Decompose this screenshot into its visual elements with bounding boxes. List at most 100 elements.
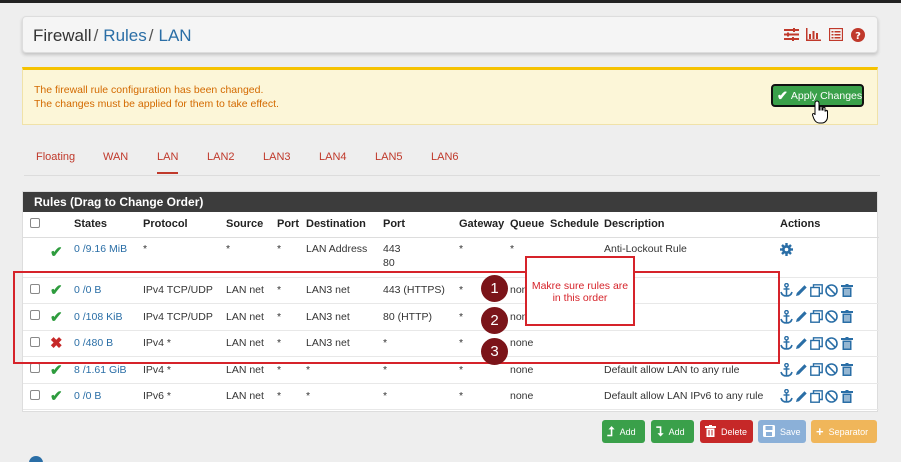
order-number-2: 2 — [481, 307, 508, 334]
tab-lan6[interactable]: LAN6 — [431, 151, 459, 163]
dest-port-value-2: 80 — [383, 256, 395, 269]
table-header-row: States Protocol Source Port Destination … — [23, 212, 879, 238]
col-protocol: Protocol — [140, 212, 223, 238]
add-bottom-button[interactable]: ⮧ Add — [651, 420, 694, 443]
gear-icon[interactable] — [780, 243, 793, 257]
col-port: Port — [274, 212, 303, 238]
breadcrumb-rules[interactable]: Rules — [103, 26, 146, 45]
select-all-checkbox[interactable] — [30, 217, 40, 228]
status-col-header — [47, 212, 71, 238]
actions-cell — [777, 303, 879, 331]
table-row[interactable]: ✔ 0 /0 B IPv6 * LAN net * * * * none Default allo… — [23, 383, 879, 410]
schedule-cell — [547, 383, 601, 410]
col-dest-port: Port — [380, 212, 456, 238]
anchor-icon[interactable] — [780, 309, 793, 324]
queue-cell: none — [507, 383, 547, 410]
disable-icon[interactable] — [825, 389, 838, 403]
add-bottom-label: Add — [668, 426, 685, 437]
sliders-icon[interactable] — [784, 27, 799, 42]
alert-line-1: The firewall rule configuration has been… — [34, 84, 264, 96]
plus-icon: + — [816, 424, 824, 439]
order-number-1: 1 — [481, 275, 508, 302]
actions-cell — [777, 356, 879, 384]
col-destination: Destination — [303, 212, 380, 238]
disable-icon[interactable] — [825, 310, 838, 324]
info-icon[interactable] — [29, 456, 43, 462]
tab-lan5[interactable]: LAN5 — [375, 151, 403, 163]
separator-button[interactable]: + Separator — [811, 420, 877, 443]
svg-text:?: ? — [855, 31, 861, 42]
help-icon[interactable]: ? — [850, 27, 865, 42]
col-actions: Actions — [777, 212, 879, 238]
gateway-cell: * — [456, 383, 507, 410]
copy-icon[interactable] — [810, 363, 823, 377]
pencil-icon[interactable] — [795, 283, 808, 297]
arrow-down-icon: ⮧ — [656, 423, 664, 439]
anchor-icon[interactable] — [780, 283, 793, 298]
pass-check-icon: ✔ — [50, 361, 63, 379]
col-queue: Queue — [507, 212, 547, 238]
anchor-icon[interactable] — [780, 362, 793, 377]
tab-wan[interactable]: WAN — [103, 151, 128, 163]
pencil-icon[interactable] — [795, 310, 808, 324]
tab-lan4[interactable]: LAN4 — [319, 151, 347, 163]
row-checkbox[interactable] — [30, 363, 40, 374]
bar-chart-icon[interactable] — [806, 27, 821, 42]
tab-lan[interactable]: LAN — [157, 151, 179, 174]
trash-icon[interactable] — [840, 336, 853, 350]
check-icon: ✔ — [777, 87, 788, 103]
actions-cell — [777, 383, 879, 410]
dest-port-cell: * — [380, 383, 456, 410]
dest-port-value: 443 — [383, 242, 401, 255]
breadcrumb-separator: / — [148, 26, 154, 45]
pencil-icon[interactable] — [795, 336, 808, 350]
disable-icon[interactable] — [825, 283, 838, 297]
anchor-icon[interactable] — [780, 336, 793, 351]
breadcrumb: Firewall / Rules / LAN — [33, 26, 192, 46]
breadcrumb-separator: / — [93, 26, 99, 45]
tab-lan3[interactable]: LAN3 — [263, 151, 291, 163]
save-button[interactable]: Save — [758, 420, 806, 443]
row-checkbox-cell[interactable] — [23, 383, 47, 410]
delete-button[interactable]: Delete — [700, 420, 753, 443]
disable-icon[interactable] — [825, 336, 838, 350]
description-cell: Default allow LAN IPv6 to any rule — [601, 383, 777, 410]
trash-icon[interactable] — [840, 389, 853, 403]
row-checkbox[interactable] — [30, 389, 40, 400]
copy-icon[interactable] — [810, 310, 823, 324]
breadcrumb-lan[interactable]: LAN — [159, 26, 192, 45]
panel-title: Rules (Drag to Change Order) — [23, 192, 877, 212]
page-header: Firewall / Rules / LAN ? — [22, 16, 878, 53]
trash-icon[interactable] — [840, 310, 853, 324]
disable-icon[interactable] — [825, 363, 838, 377]
pass-check-icon: ✔ — [50, 243, 63, 261]
save-label: Save — [780, 426, 801, 437]
states-cell[interactable]: 0 /0 B — [71, 383, 140, 410]
copy-icon[interactable] — [810, 283, 823, 297]
select-all-checkbox-cell[interactable] — [23, 212, 47, 238]
separator-label: Separator — [828, 426, 869, 437]
hand-cursor-icon — [812, 100, 828, 124]
source-cell: LAN net — [223, 383, 274, 410]
pencil-icon[interactable] — [795, 389, 808, 403]
port-cell: * — [274, 383, 303, 410]
status-cell: ✔ — [47, 383, 71, 410]
list-icon[interactable] — [828, 27, 843, 42]
order-callout: Makre sure rules are in this order — [525, 256, 635, 326]
anchor-icon[interactable] — [780, 389, 793, 404]
pass-check-icon: ✔ — [50, 388, 63, 406]
top-bar — [0, 0, 901, 3]
col-source: Source — [223, 212, 274, 238]
alert-line-2: The changes must be applied for them to … — [34, 98, 279, 110]
order-highlight-box — [13, 271, 780, 364]
col-gateway: Gateway — [456, 212, 507, 238]
copy-icon[interactable] — [810, 336, 823, 350]
trash-icon[interactable] — [840, 283, 853, 297]
tab-lan2[interactable]: LAN2 — [207, 151, 235, 163]
col-states: States — [71, 212, 140, 238]
tab-floating[interactable]: Floating — [36, 151, 75, 163]
pencil-icon[interactable] — [795, 363, 808, 377]
copy-icon[interactable] — [810, 389, 823, 403]
add-top-button[interactable]: ⮥ Add — [602, 420, 645, 443]
trash-icon[interactable] — [840, 363, 853, 377]
